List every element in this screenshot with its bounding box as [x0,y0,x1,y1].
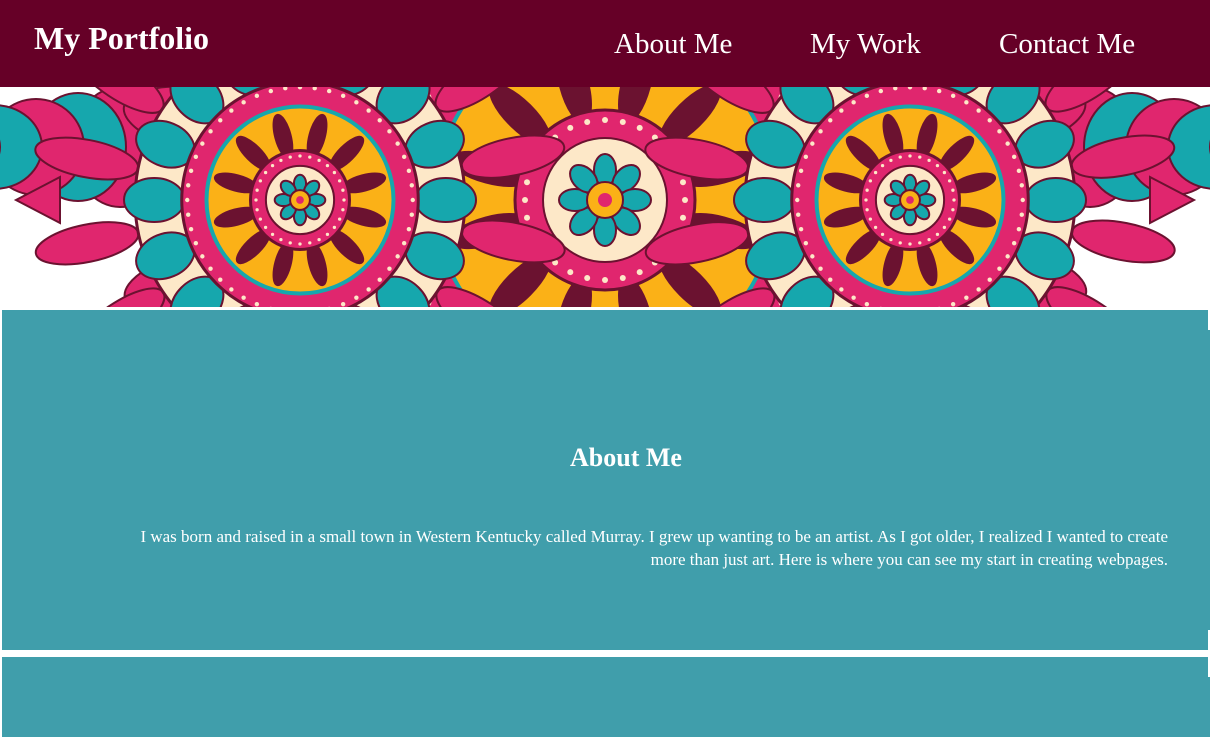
site-brand[interactable]: My Portfolio [34,18,209,58]
nav-about-me[interactable]: About Me [614,24,732,64]
section-edge [1206,330,1210,630]
about-title: About Me [2,442,1210,474]
mandala-illustration-icon [0,87,1210,307]
about-text: I was born and raised in a small town in… [102,525,1168,571]
mandala-banner [0,87,1210,307]
nav-contact-me[interactable]: Contact Me [999,24,1135,64]
section-edge [1206,677,1210,737]
about-section: About Me I was born and raised in a smal… [2,310,1208,650]
nav-my-work[interactable]: My Work [810,24,921,64]
work-section [2,657,1208,737]
site-header: My Portfolio About Me My Work Contact Me [0,0,1210,87]
